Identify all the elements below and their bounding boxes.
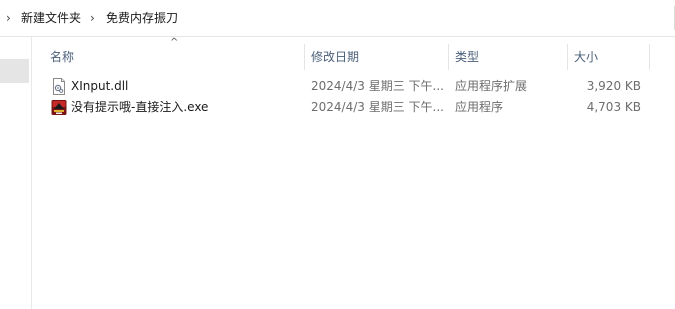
column-header-date[interactable]: 修改日期 [311,44,359,70]
file-name[interactable]: 没有提示哦-直接注入.exe [71,97,208,118]
file-type: 应用程序扩展 [455,79,528,93]
column-header-name[interactable]: 名称 [50,44,74,70]
sort-ascending-icon: ^ [170,37,179,48]
file-modified-date: 2024/4/3 星期三 下午... [311,79,444,93]
dll-file-icon [53,78,65,95]
file-size: 4,703 KB [586,100,641,114]
column-header-row: ^ 名称 修改日期 类型 大小 [32,38,675,70]
breadcrumb-separator-icon[interactable]: › [90,10,95,26]
column-divider[interactable] [567,44,568,70]
address-bar[interactable]: › 新建文件夹 › 免费内存振刀 [0,0,675,37]
file-name[interactable]: XInput.dll [71,76,128,97]
file-type: 应用程序 [455,100,504,114]
column-divider[interactable] [649,44,650,70]
breadcrumb-item-new-folder[interactable]: 新建文件夹 [21,10,81,26]
breadcrumb-item-current-folder[interactable]: 免费内存振刀 [106,10,178,26]
file-size: 3,920 KB [586,79,641,93]
column-divider[interactable] [448,44,449,70]
navigation-pane[interactable] [0,37,32,309]
column-header-type[interactable]: 类型 [455,44,479,70]
column-header-size[interactable]: 大小 [574,44,598,70]
exe-app-icon [51,100,67,115]
breadcrumb-chevron-icon[interactable]: › [6,10,11,26]
file-row[interactable]: XInput.dll 2024/4/3 星期三 下午... 应用程序扩展 3,9… [32,76,675,97]
column-divider[interactable] [304,44,305,70]
nav-selected-item[interactable] [0,59,29,83]
file-modified-date: 2024/4/3 星期三 下午... [311,100,444,114]
file-row[interactable]: 没有提示哦-直接注入.exe 2024/4/3 星期三 下午... 应用程序 4… [32,97,675,118]
